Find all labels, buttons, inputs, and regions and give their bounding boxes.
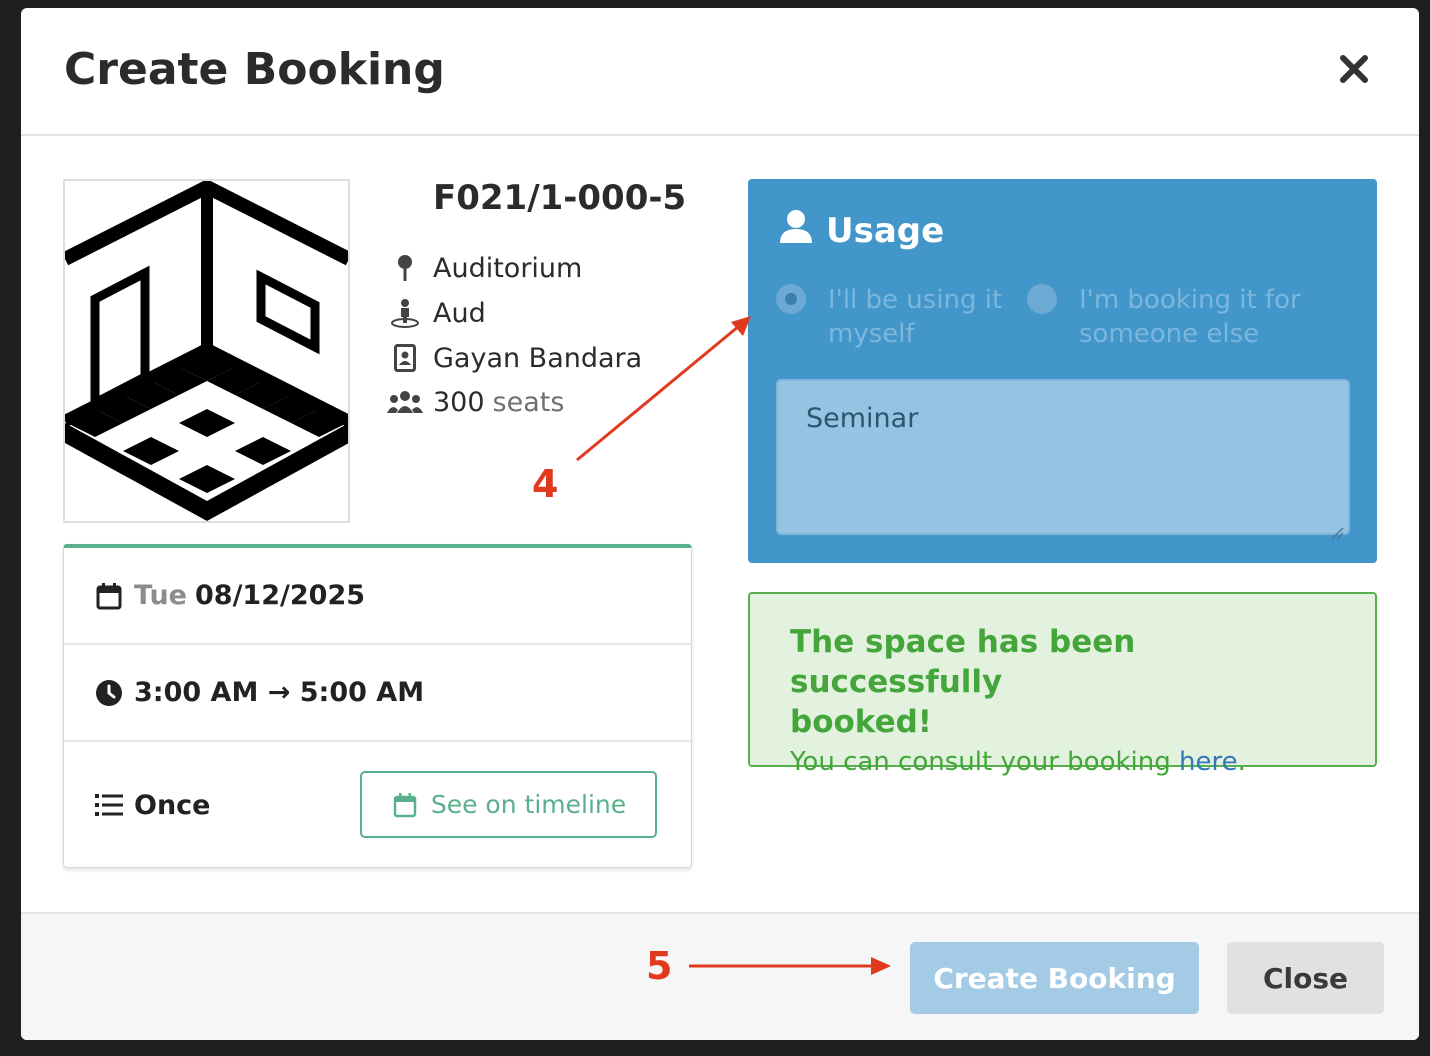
recurrence: Once bbox=[134, 789, 211, 821]
user-icon bbox=[778, 209, 814, 252]
create-booking-button[interactable]: Create Booking bbox=[910, 942, 1199, 1014]
success-heading-line2: booked! bbox=[790, 704, 932, 740]
radio-button[interactable] bbox=[1027, 284, 1057, 314]
radio-label-line2: myself bbox=[828, 319, 915, 349]
list-icon bbox=[95, 791, 123, 819]
create-booking-modal: Create Booking F021/1-000-5 Auditorium A… bbox=[21, 8, 1419, 1040]
clock-icon bbox=[95, 679, 123, 707]
time-row: 3:00 AM → 5:00 AM bbox=[64, 645, 691, 742]
radio-using-myself-label: I'll be using it myself bbox=[828, 283, 1002, 351]
schedule-card: Tue 08/12/2025 3:00 AM → 5:00 AM Once Se… bbox=[63, 544, 692, 868]
booking-link[interactable]: here bbox=[1179, 747, 1238, 777]
annotation-arrow-5 bbox=[689, 957, 891, 975]
radio-booking-for-someone[interactable]: I'm booking it for someone else bbox=[1027, 283, 1301, 351]
modal-footer: 5 Create Booking Close bbox=[21, 912, 1419, 1040]
users-group-icon bbox=[387, 387, 423, 417]
annotation-arrow-4 bbox=[576, 316, 751, 462]
success-message-text: You can consult your booking bbox=[790, 747, 1171, 777]
calendar-icon bbox=[391, 791, 419, 819]
success-message: You can consult your booking here. bbox=[790, 742, 1335, 782]
room-code-row: Aud bbox=[387, 295, 486, 331]
radio-booking-for-someone-label: I'm booking it for someone else bbox=[1079, 283, 1301, 351]
radio-using-myself[interactable]: I'll be using it myself bbox=[776, 283, 1002, 351]
resize-grip-icon[interactable] bbox=[1330, 516, 1344, 540]
room-code: Aud bbox=[433, 297, 486, 329]
usage-title-label: Usage bbox=[826, 210, 945, 251]
usage-description-textarea[interactable]: Seminar bbox=[776, 379, 1350, 540]
room-capacity-row: 300 seats bbox=[387, 384, 564, 420]
radio-label-line1: I'm booking it for bbox=[1079, 285, 1301, 315]
see-on-timeline-label: See on timeline bbox=[430, 790, 627, 819]
see-on-timeline-button[interactable]: See on timeline bbox=[360, 771, 657, 838]
capacity-value: 300 bbox=[433, 386, 485, 418]
room-type: Auditorium bbox=[433, 252, 583, 284]
location-person-icon bbox=[387, 298, 423, 328]
usage-title: Usage bbox=[778, 209, 944, 252]
annotation-step-5: 5 bbox=[646, 944, 673, 988]
usage-panel: Usage I'll be using it myself I'm bookin… bbox=[748, 179, 1377, 563]
date-row: Tue 08/12/2025 bbox=[64, 548, 691, 645]
radio-button-checked[interactable] bbox=[776, 284, 806, 314]
room-type-row: Auditorium bbox=[387, 250, 582, 286]
calendar-icon bbox=[95, 582, 123, 610]
contact-card-icon bbox=[387, 343, 423, 373]
weekday: Tue bbox=[134, 580, 187, 611]
success-heading: The space has been successfully booked! bbox=[790, 622, 1335, 742]
modal-header: Create Booking bbox=[21, 8, 1419, 136]
recurrence-row: Once See on timeline bbox=[64, 742, 691, 868]
modal-title: Create Booking bbox=[64, 44, 445, 95]
time-range: 3:00 AM → 5:00 AM bbox=[134, 677, 425, 708]
annotation-step-4: 4 bbox=[532, 462, 559, 506]
usage-description-value: Seminar bbox=[806, 403, 919, 434]
radio-label-line2: someone else bbox=[1079, 319, 1260, 349]
booking-date: 08/12/2025 bbox=[195, 580, 366, 611]
radio-label-line1: I'll be using it bbox=[828, 285, 1003, 315]
close-button[interactable]: Close bbox=[1227, 942, 1384, 1014]
success-heading-line1: The space has been successfully bbox=[790, 624, 1136, 700]
success-period: . bbox=[1237, 747, 1246, 777]
success-alert: The space has been successfully booked! … bbox=[748, 592, 1377, 777]
room-name: F021/1-000-5 bbox=[433, 178, 687, 218]
close-icon[interactable] bbox=[1337, 52, 1371, 86]
capacity-unit: seats bbox=[492, 386, 565, 418]
room-image bbox=[61, 179, 353, 523]
map-pin-icon bbox=[387, 253, 423, 283]
